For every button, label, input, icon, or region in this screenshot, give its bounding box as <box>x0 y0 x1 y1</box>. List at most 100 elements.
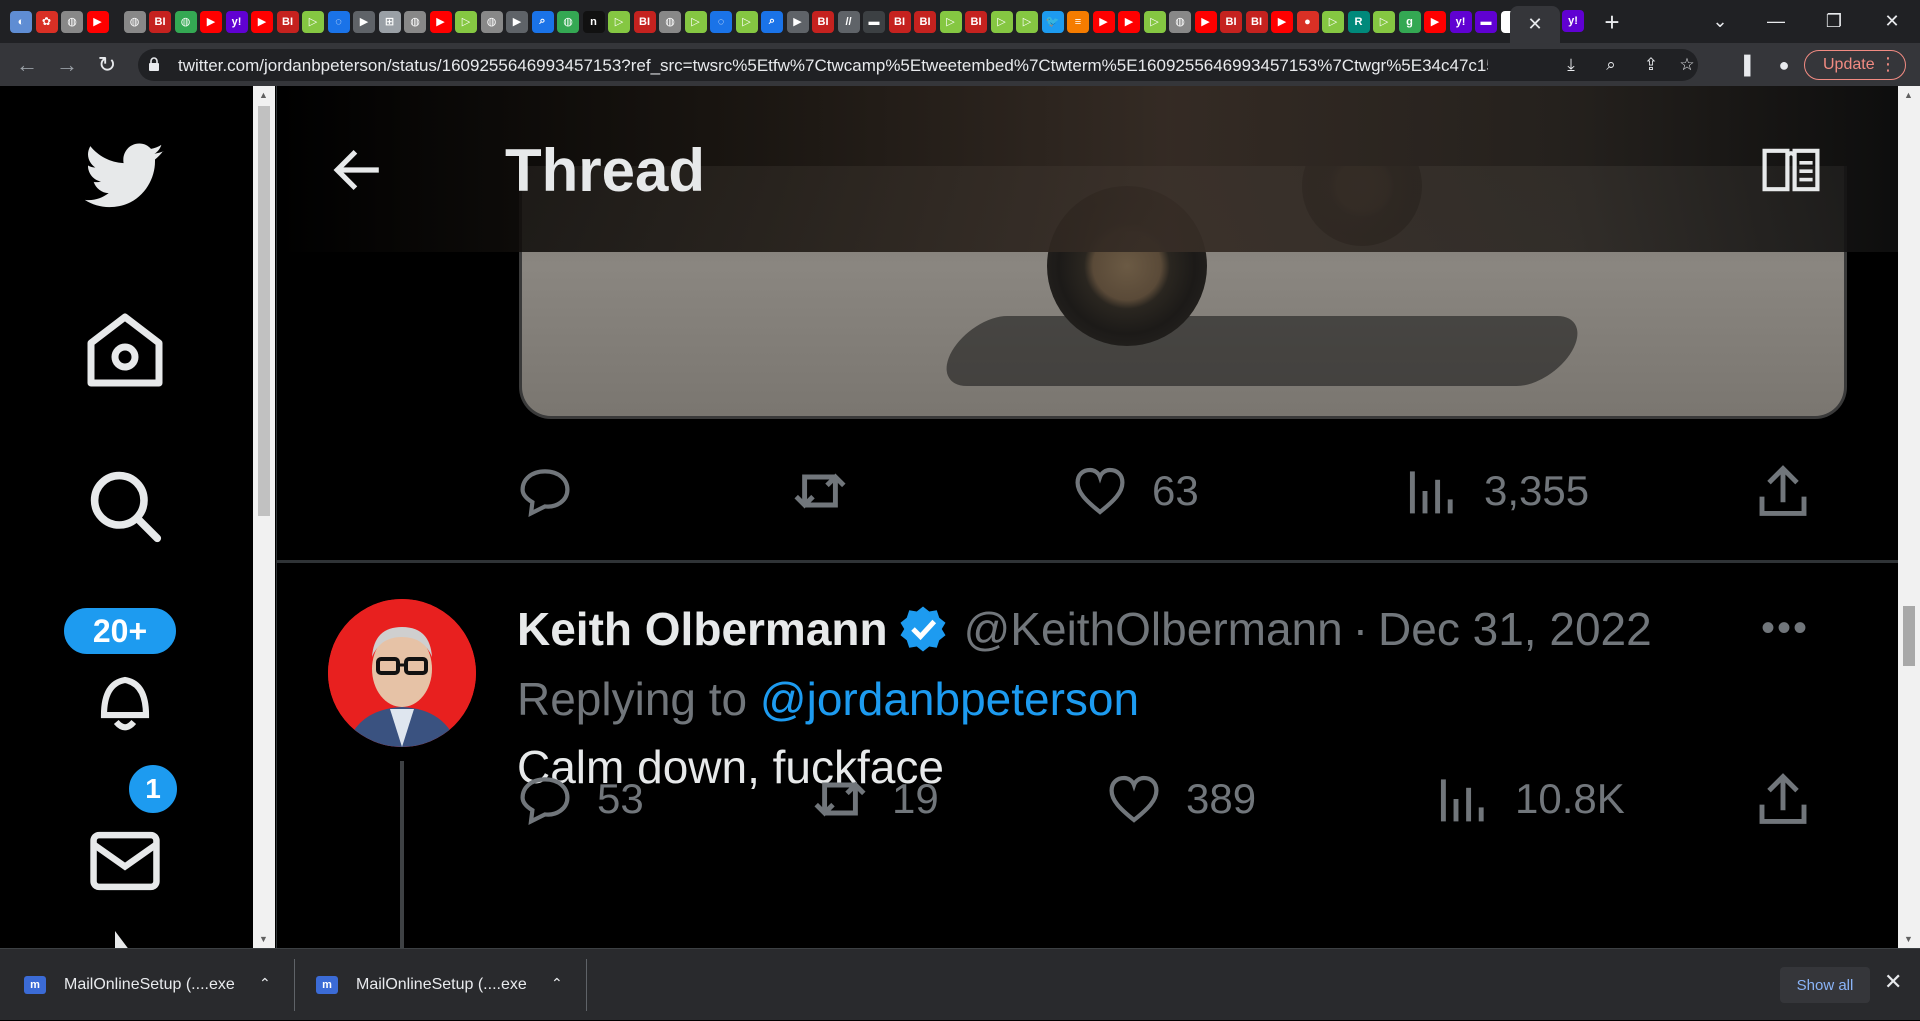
author-handle[interactable]: @KeithOlbermann <box>964 602 1343 656</box>
show-all-downloads-button[interactable]: Show all <box>1780 967 1870 1003</box>
forward-arrow-icon[interactable]: → <box>52 50 82 80</box>
youtube-icon[interactable]: ▶ <box>429 10 452 33</box>
rss-icon[interactable]: ≡ <box>1067 10 1089 33</box>
g-icon[interactable]: g <box>1398 10 1421 33</box>
n-icon[interactable]: n <box>582 10 605 33</box>
page-scrollbar[interactable]: ▲ ▼ <box>1898 86 1920 948</box>
youtube-icon[interactable]: ▶ <box>1424 10 1446 33</box>
mic-icon[interactable]: ● <box>1296 10 1319 33</box>
close-download-bar-icon[interactable]: ✕ <box>1884 969 1902 995</box>
bi-icon[interactable]: BI <box>1220 10 1242 33</box>
share-icon[interactable]: ⇪ <box>1640 54 1662 76</box>
search-icon[interactable] <box>85 466 165 546</box>
like-button[interactable]: 389 <box>1106 764 1256 834</box>
globe-icon[interactable]: ◍ <box>61 10 83 33</box>
more-options-icon[interactable]: ••• <box>1761 606 1809 651</box>
minimize-icon[interactable]: — <box>1748 0 1804 43</box>
reader-mode-book-icon[interactable] <box>1761 146 1821 194</box>
retweet-button[interactable] <box>792 456 848 526</box>
twitter-logo-icon[interactable] <box>85 136 165 216</box>
flag-icon[interactable]: ▶ <box>353 10 375 33</box>
bi-icon[interactable]: BI <box>812 10 834 33</box>
bi-icon[interactable]: BI <box>965 10 987 33</box>
avatar[interactable] <box>328 599 476 747</box>
youtube-icon[interactable]: ▶ <box>1194 10 1217 33</box>
retweet-button[interactable]: 19 <box>812 764 939 834</box>
close-tab-icon[interactable]: ✕ <box>1527 14 1542 35</box>
zoom-icon[interactable]: ⌕ <box>1600 54 1622 76</box>
left-scrollbar[interactable]: ▲ ▼ <box>253 86 275 948</box>
rumble-icon[interactable]: ▷ <box>455 10 477 33</box>
pocket-icon[interactable]: ◌ <box>327 10 350 33</box>
rumble-icon[interactable]: ▷ <box>1143 10 1166 33</box>
like-button[interactable]: 63 <box>1072 456 1199 526</box>
bi-icon[interactable]: BI <box>1245 10 1268 33</box>
chevron-up-icon[interactable]: ⌃ <box>259 975 271 992</box>
yahoo-icon[interactable]: y! <box>225 10 248 33</box>
globe-icon[interactable]: ◐ <box>10 10 32 33</box>
yahoo-icon[interactable]: y! <box>1562 10 1584 32</box>
yahoo-bar-icon[interactable]: ▬ <box>1475 10 1497 33</box>
share-button[interactable] <box>1755 764 1811 834</box>
globe-icon[interactable]: ◍ <box>1169 10 1191 33</box>
tab-search-chevron-down-icon[interactable]: ⌄ <box>1692 0 1748 43</box>
messages-envelope-icon[interactable] <box>85 821 165 901</box>
bi-icon[interactable]: BI <box>276 10 299 33</box>
scroll-down-arrow-icon[interactable]: ▼ <box>1904 934 1913 944</box>
bi-icon[interactable]: BI <box>888 10 911 33</box>
new-tab-button[interactable]: + <box>1598 7 1626 37</box>
download-item[interactable]: m MailOnlineSetup (....exe <box>24 949 235 1021</box>
rumble-icon[interactable]: ▷ <box>1373 10 1395 33</box>
rumble-icon[interactable]: ▷ <box>939 10 962 33</box>
tweet-date[interactable]: Dec 31, 2022 <box>1378 602 1652 656</box>
dark-icon[interactable]: ▬ <box>863 10 885 33</box>
menu-kebab-icon[interactable]: ⋮ <box>1879 54 1897 75</box>
address-bar[interactable]: twitter.com/jordanbpeterson/status/16092… <box>138 49 1698 81</box>
rumble-icon[interactable]: ▷ <box>1016 10 1038 33</box>
colorful-icon[interactable]: ✿ <box>35 10 58 33</box>
youtube-icon[interactable]: ▶ <box>200 10 222 33</box>
rumble-icon[interactable]: ▷ <box>990 10 1013 33</box>
scroll-up-arrow-icon[interactable]: ▲ <box>1904 90 1913 100</box>
active-tab[interactable]: ✕ <box>1510 6 1560 43</box>
youtube-icon[interactable]: ▶ <box>1118 10 1140 33</box>
grid-icon[interactable]: ⊞ <box>378 10 401 33</box>
search-icon[interactable]: ⌕ <box>531 10 554 33</box>
globe-icon[interactable]: ◍ <box>659 10 681 33</box>
restore-icon[interactable]: ❐ <box>1806 0 1862 43</box>
yahoo-icon[interactable]: y! <box>1449 10 1472 33</box>
globe-icon[interactable]: ◍ <box>557 10 579 33</box>
rumble-icon[interactable]: ▷ <box>1322 10 1344 33</box>
chevron-up-icon[interactable]: ⌃ <box>551 975 563 992</box>
globe-icon[interactable]: ◍ <box>404 10 426 33</box>
globe-icon[interactable]: ◍ <box>480 10 503 33</box>
scrollbar-thumb[interactable] <box>1903 606 1915 666</box>
rumble-icon[interactable]: ▷ <box>608 10 630 33</box>
youtube-icon[interactable]: ▶ <box>1271 10 1293 33</box>
download-item[interactable]: m MailOnlineSetup (....exe <box>316 949 527 1021</box>
views-button[interactable]: 10.8K <box>1435 764 1625 834</box>
bi-icon[interactable]: BI <box>914 10 936 33</box>
bi-icon[interactable]: BI <box>633 10 656 33</box>
bookmark-star-icon[interactable]: ☆ <box>1676 54 1698 76</box>
youtube-icon[interactable]: ▶ <box>251 10 273 33</box>
more-nav-icon[interactable] <box>85 926 165 948</box>
twitter-icon[interactable]: 🐦 <box>1041 10 1064 33</box>
flag-icon[interactable]: ▶ <box>506 10 528 33</box>
reload-icon[interactable]: ↻ <box>92 50 122 80</box>
youtube-icon[interactable]: ▶ <box>1092 10 1115 33</box>
r-icon[interactable]: R <box>1347 10 1370 33</box>
notifications-bell-icon[interactable] <box>85 666 165 736</box>
back-arrow-icon[interactable] <box>332 144 384 196</box>
window-close-icon[interactable]: ✕ <box>1864 0 1920 43</box>
share-button[interactable] <box>1755 456 1811 526</box>
scroll-up-arrow-icon[interactable]: ▲ <box>259 90 268 100</box>
views-button[interactable]: 3,355 <box>1404 456 1589 526</box>
globe-icon[interactable]: ◍ <box>123 10 146 33</box>
rumble-icon[interactable]: ▷ <box>684 10 707 33</box>
pocket-icon[interactable]: ◌ <box>710 10 732 33</box>
replying-mention-link[interactable]: @jordanbpeterson <box>760 673 1139 725</box>
profile-icon[interactable]: ● <box>1772 53 1796 77</box>
rumble-icon[interactable]: ▷ <box>735 10 758 33</box>
slash-icon[interactable]: // <box>837 10 860 33</box>
